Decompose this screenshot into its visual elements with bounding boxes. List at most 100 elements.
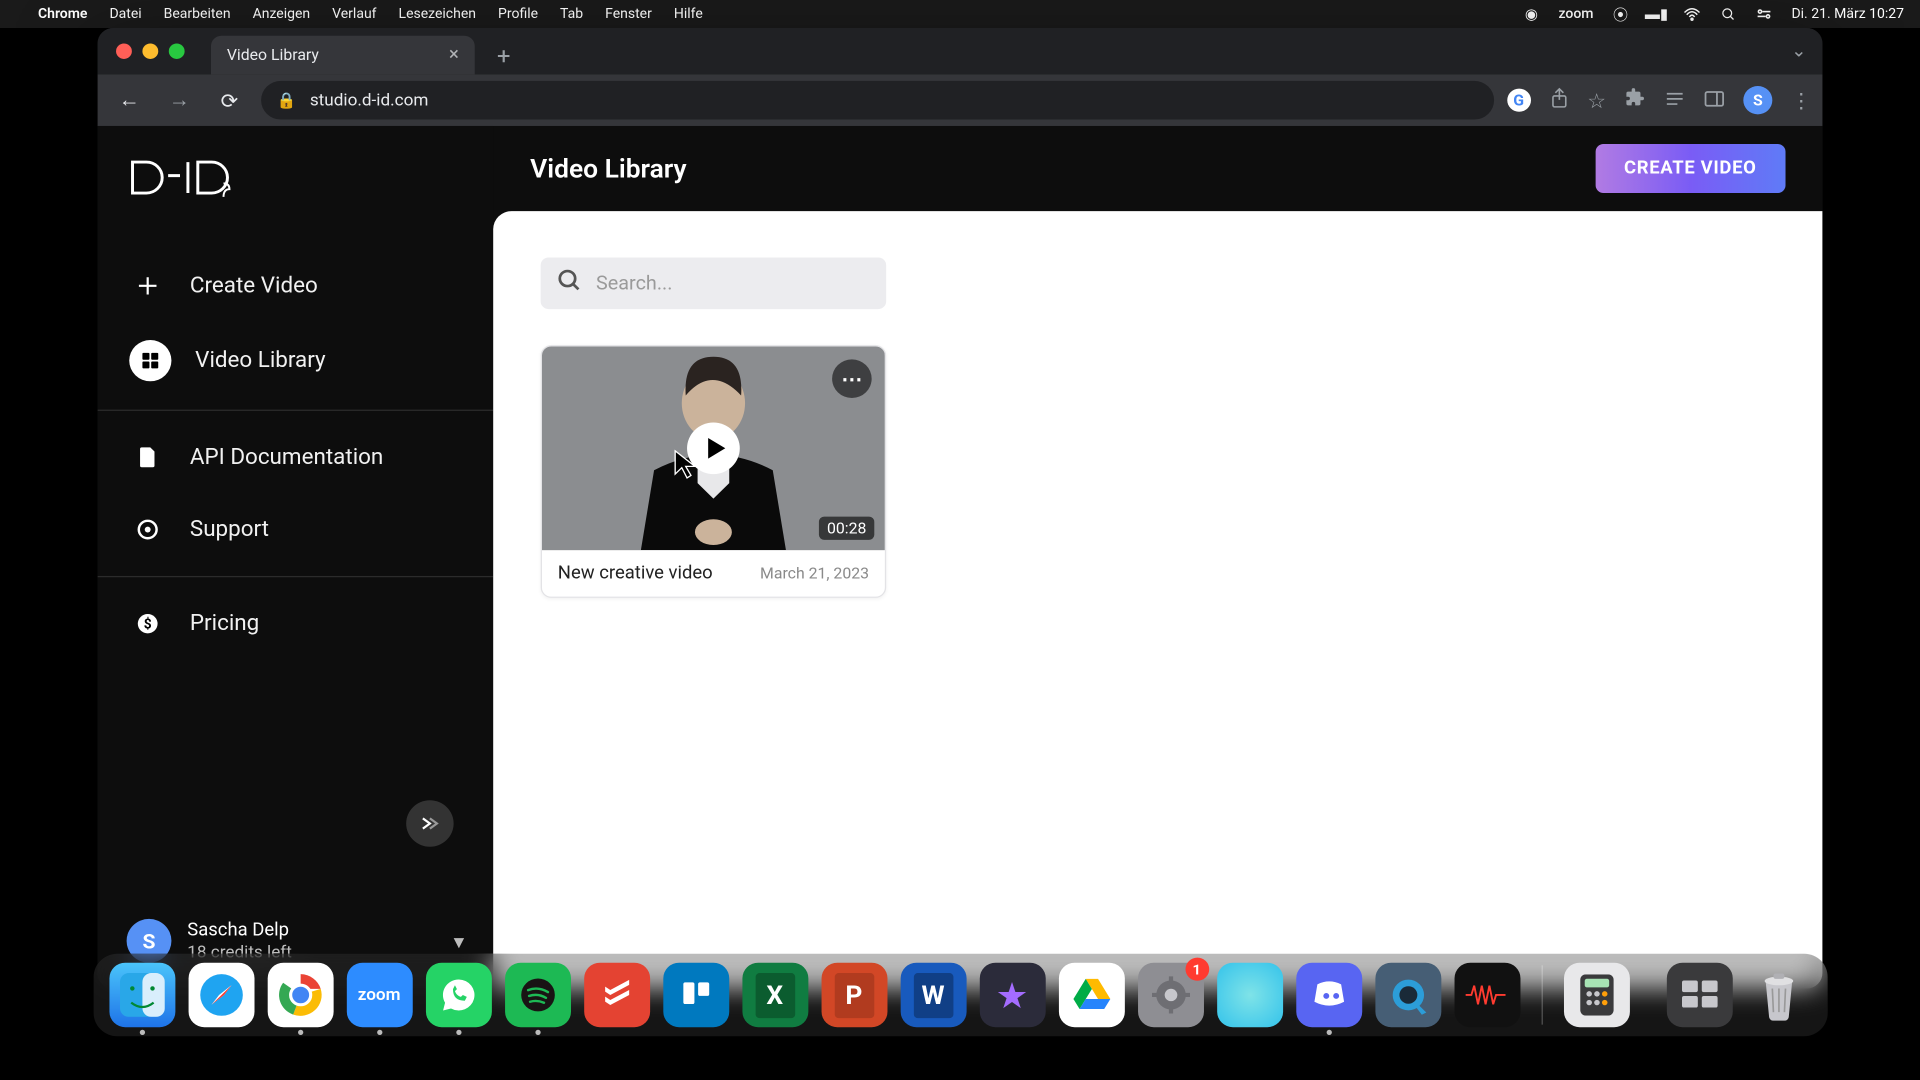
window-controls <box>116 43 185 58</box>
menu-item-fenster[interactable]: Fenster <box>605 6 652 22</box>
dock-app-mission-control[interactable] <box>1666 963 1732 1027</box>
dock-app-calculator[interactable] <box>1563 963 1629 1027</box>
lock-icon: 🔒 <box>277 91 297 109</box>
menubar-app-name[interactable]: Chrome <box>38 6 87 22</box>
sidebar-item-api-docs[interactable]: API Documentation <box>98 421 494 493</box>
share-icon[interactable] <box>1549 87 1569 114</box>
sidebar-item-create-video[interactable]: Create Video <box>98 250 494 322</box>
user-name: Sascha Delp <box>187 919 292 942</box>
forward-button[interactable]: → <box>161 82 198 118</box>
video-card[interactable]: ⋯ 00:28 New creative video March 21, 202… <box>541 345 886 598</box>
logo[interactable] <box>98 149 494 250</box>
search-input[interactable] <box>596 272 870 295</box>
dollar-icon: $ <box>129 606 166 642</box>
back-button[interactable]: ← <box>111 82 148 118</box>
chevron-down-icon: ▾ <box>454 929 465 953</box>
menu-item-verlauf[interactable]: Verlauf <box>332 6 376 22</box>
dock-app-finder[interactable] <box>109 963 175 1027</box>
dock-app-voice-memos[interactable] <box>1454 963 1520 1027</box>
new-tab-button[interactable]: + <box>485 38 522 74</box>
menu-item-anzeigen[interactable]: Anzeigen <box>253 6 311 22</box>
plus-icon <box>129 268 166 304</box>
video-thumbnail[interactable]: ⋯ 00:28 <box>542 346 885 550</box>
dock-app-drive[interactable] <box>1058 963 1124 1027</box>
svg-text:$: $ <box>144 617 152 633</box>
document-icon <box>129 439 166 475</box>
browser-tab[interactable]: Video Library × <box>211 36 475 75</box>
window-close-button[interactable] <box>116 43 132 58</box>
control-center-icon[interactable] <box>1755 5 1773 23</box>
dock-app-zoom[interactable]: zoom <box>346 963 412 1027</box>
card-menu-button[interactable]: ⋯ <box>832 359 872 398</box>
profile-avatar[interactable]: S <box>1743 86 1772 114</box>
sidebar: Create Video Video Library API Documenta… <box>98 126 494 989</box>
video-title: New creative video <box>558 563 713 584</box>
menu-item-datei[interactable]: Datei <box>109 6 141 22</box>
dock-app-safari[interactable] <box>188 963 254 1027</box>
tab-list-button[interactable]: ⌄ <box>1791 41 1806 62</box>
tab-strip: Video Library × + ⌄ <box>98 28 1823 74</box>
battery-icon[interactable]: ▬▮ <box>1647 5 1665 23</box>
play-button[interactable] <box>687 423 740 475</box>
dock-app-quicktime[interactable] <box>1375 963 1441 1027</box>
wifi-icon[interactable] <box>1683 5 1701 23</box>
window-maximize-button[interactable] <box>169 43 185 58</box>
sidebar-item-support[interactable]: Support <box>98 493 494 565</box>
support-icon <box>129 511 166 547</box>
dock-app-trello[interactable] <box>663 963 729 1027</box>
browser-toolbar: ← → ⟳ 🔒 studio.d-id.com G ☆ S ⋮ <box>98 74 1823 126</box>
content-canvas: ⋯ 00:28 New creative video March 21, 202… <box>493 211 1822 988</box>
menu-item-lesezeichen[interactable]: Lesezeichen <box>399 6 476 22</box>
grid-icon <box>129 340 171 381</box>
tab-title: Video Library <box>227 46 319 64</box>
window-minimize-button[interactable] <box>142 43 158 58</box>
menu-item-profile[interactable]: Profile <box>498 6 538 22</box>
page-title: Video Library <box>530 153 686 184</box>
screen-mirror-icon[interactable]: ⦿ <box>1611 5 1629 23</box>
sidebar-item-label: Pricing <box>190 611 259 637</box>
sidepanel-icon[interactable] <box>1704 88 1725 112</box>
bookmark-star-icon[interactable]: ☆ <box>1587 88 1606 112</box>
tab-close-button[interactable]: × <box>449 45 459 66</box>
menubar-clock[interactable]: Di. 21. März 10:27 <box>1791 6 1904 22</box>
dock-app-chrome[interactable] <box>267 963 333 1027</box>
video-meta: New creative video March 21, 2023 <box>542 550 885 596</box>
record-icon[interactable]: ◉ <box>1522 5 1540 23</box>
sidebar-item-label: Support <box>190 517 269 543</box>
reload-button[interactable]: ⟳ <box>211 82 248 118</box>
sidebar-item-video-library[interactable]: Video Library <box>98 322 494 399</box>
zoom-menubar-label[interactable]: zoom <box>1558 6 1593 22</box>
dock-app-discord[interactable] <box>1296 963 1362 1027</box>
reading-list-icon[interactable] <box>1664 88 1685 112</box>
main-header: Video Library CREATE VIDEO <box>493 126 1822 211</box>
dock-app-powerpoint[interactable]: P <box>821 963 887 1027</box>
dock-app-excel[interactable]: X <box>742 963 808 1027</box>
sidebar-item-pricing[interactable]: $ Pricing <box>98 588 494 660</box>
sidebar-item-label: Video Library <box>195 348 325 374</box>
dock-app-siri[interactable] <box>1217 963 1283 1027</box>
extensions-icon[interactable] <box>1625 87 1646 113</box>
dock-app-whatsapp[interactable] <box>425 963 491 1027</box>
dock-app-imovie[interactable]: ★ <box>979 963 1045 1027</box>
settings-badge: 1 <box>1185 958 1209 981</box>
create-video-button[interactable]: CREATE VIDEO <box>1595 144 1786 193</box>
dock-app-trash[interactable] <box>1745 963 1811 1027</box>
search-box[interactable] <box>541 257 886 309</box>
sidebar-separator <box>98 410 494 411</box>
browser-menu-button[interactable]: ⋮ <box>1791 88 1809 112</box>
dock-app-word[interactable]: W <box>900 963 966 1027</box>
dock-app-todoist[interactable] <box>584 963 650 1027</box>
sidebar-collapse-button[interactable] <box>406 800 453 846</box>
google-account-icon[interactable]: G <box>1507 89 1531 112</box>
dock-app-spotify[interactable] <box>504 963 570 1027</box>
menu-item-tab[interactable]: Tab <box>560 6 583 22</box>
video-duration: 00:28 <box>819 517 874 540</box>
dock-app-settings[interactable]: 1 <box>1137 963 1203 1027</box>
sidebar-item-label: Create Video <box>190 273 318 299</box>
chrome-window: Video Library × + ⌄ ← → ⟳ 🔒 studio.d-id.… <box>98 28 1823 989</box>
menu-item-hilfe[interactable]: Hilfe <box>674 6 703 22</box>
sidebar-item-label: API Documentation <box>190 444 383 470</box>
address-bar[interactable]: 🔒 studio.d-id.com <box>261 81 1494 120</box>
search-icon[interactable] <box>1719 5 1737 23</box>
menu-item-bearbeiten[interactable]: Bearbeiten <box>164 6 231 22</box>
